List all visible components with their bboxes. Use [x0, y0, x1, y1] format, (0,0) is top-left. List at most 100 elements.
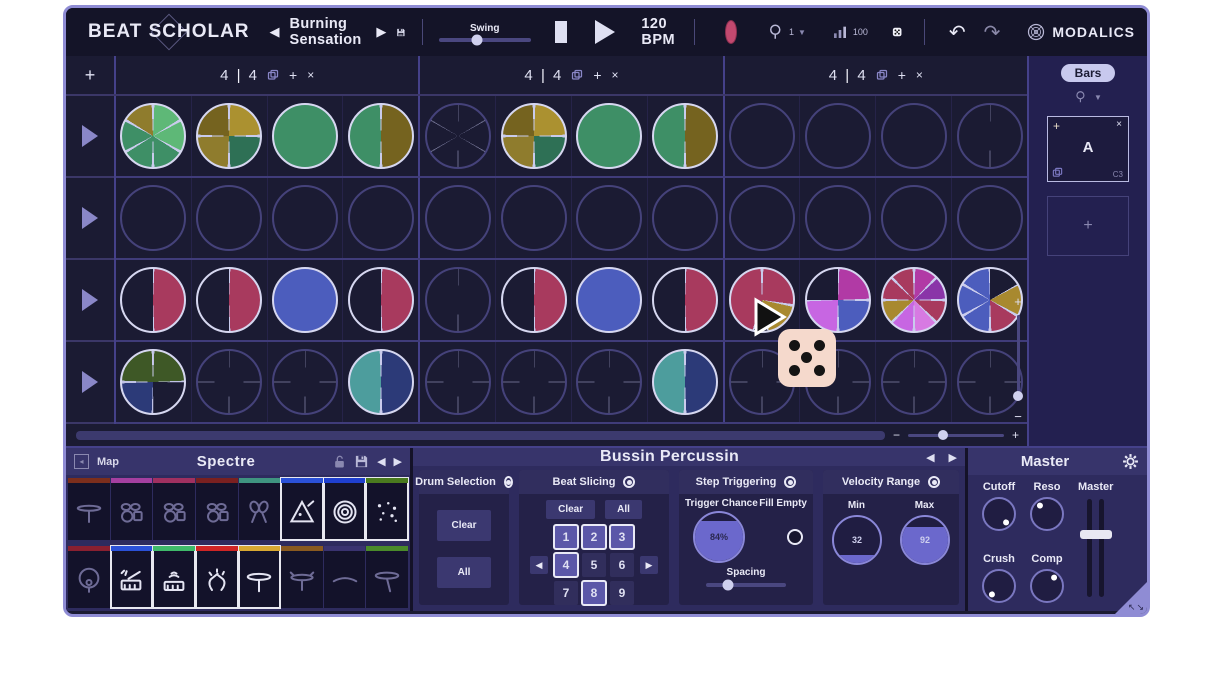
beat-cell[interactable]	[648, 342, 723, 422]
reso-knob[interactable]	[1030, 497, 1064, 531]
beat-cell[interactable]	[192, 178, 268, 258]
preset-name[interactable]: Burning Sensation	[290, 16, 367, 48]
remove-bar-icon[interactable]: ×	[307, 68, 314, 82]
beat-pie-filled[interactable]	[272, 267, 338, 333]
beat-cell[interactable]	[876, 342, 952, 422]
row-play-button-4[interactable]	[66, 342, 114, 424]
crush-knob[interactable]	[982, 569, 1016, 603]
velocity-min-knob[interactable]: 32	[832, 515, 882, 565]
slice-number-9[interactable]: 9	[610, 581, 634, 605]
kit-next-button[interactable]: ▶	[394, 455, 402, 468]
slice-number-7[interactable]: 7	[554, 581, 578, 605]
drum-pad-2-2[interactable]	[111, 546, 153, 608]
beat-cell[interactable]	[572, 96, 648, 176]
bars-dropdown-icon[interactable]: ▼	[1094, 93, 1102, 102]
beat-cell[interactable]	[343, 96, 418, 176]
drum-selection-radio[interactable]	[504, 476, 513, 488]
beat-pie-empty[interactable]	[348, 185, 414, 251]
beat-cell[interactable]	[496, 178, 572, 258]
hzoom-in-button[interactable]: +	[1012, 428, 1019, 442]
beat-pie-empty[interactable]	[425, 349, 491, 415]
hzoom-slider[interactable]	[908, 434, 1004, 437]
beat-cell[interactable]	[343, 178, 418, 258]
beat-cell[interactable]	[268, 96, 344, 176]
beat-cell[interactable]	[725, 178, 801, 258]
vzoom-out-button[interactable]: −	[1014, 409, 1022, 424]
beat-cell[interactable]	[648, 96, 723, 176]
drum-pad-2-7[interactable]	[324, 546, 366, 608]
slice-number-4[interactable]: 4	[554, 553, 578, 577]
beat-pie-filled[interactable]	[348, 267, 414, 333]
drum-pad-1-8[interactable]	[366, 478, 408, 540]
preset-prev-button[interactable]: ◀	[270, 24, 280, 40]
beat-pie-filled[interactable]	[120, 103, 186, 169]
bus-prev-button[interactable]: ◀	[926, 451, 934, 464]
slot-copy-icon[interactable]	[1052, 167, 1063, 178]
quantize-dropdown-icon[interactable]: ▼	[798, 28, 806, 37]
beat-pie-empty[interactable]	[881, 103, 947, 169]
slice-number-6[interactable]: 6	[610, 553, 634, 577]
beat-pie-empty[interactable]	[425, 185, 491, 251]
slice-number-1[interactable]: 1	[554, 525, 578, 549]
beat-pie-empty[interactable]	[272, 185, 338, 251]
gear-icon[interactable]	[1122, 453, 1139, 470]
beat-pie-filled[interactable]	[652, 103, 718, 169]
drum-pad-2-6[interactable]	[281, 546, 323, 608]
vzoom-add-button[interactable]: +	[1014, 294, 1022, 309]
beat-pie-filled[interactable]	[881, 267, 947, 333]
kit-save-icon[interactable]	[354, 454, 369, 469]
preset-next-button[interactable]: ▶	[376, 24, 386, 40]
beat-cell[interactable]	[572, 178, 648, 258]
time-signature[interactable]: 4 | 4	[220, 67, 257, 84]
slice-number-5[interactable]: 5	[582, 553, 606, 577]
beat-pie-empty[interactable]	[425, 267, 491, 333]
beat-cell[interactable]	[800, 260, 876, 340]
drum-pad-2-8[interactable]	[366, 546, 408, 608]
beat-pie-filled[interactable]	[501, 267, 567, 333]
collapse-icon[interactable]: ◂	[74, 454, 89, 469]
play-button[interactable]	[595, 20, 615, 44]
velocity-range-radio[interactable]	[928, 476, 940, 488]
drum-pad-1-2[interactable]	[111, 478, 153, 540]
beat-cell[interactable]	[116, 342, 192, 422]
row-play-button-3[interactable]	[66, 260, 114, 342]
comp-knob[interactable]	[1030, 569, 1064, 603]
row-play-button-1[interactable]	[66, 96, 114, 178]
vzoom-slider[interactable]	[1017, 315, 1020, 401]
drum-pad-2-3[interactable]	[153, 546, 195, 608]
beat-cell[interactable]	[420, 342, 496, 422]
beat-pie-filled[interactable]	[348, 103, 414, 169]
spacing-slider-thumb[interactable]	[723, 580, 734, 591]
drum-pad-1-4[interactable]	[196, 478, 238, 540]
drum-pad-1-1[interactable]	[68, 478, 110, 540]
beat-cell[interactable]	[192, 260, 268, 340]
beat-pie-empty[interactable]	[729, 103, 795, 169]
time-signature[interactable]: 4 | 4	[829, 67, 866, 84]
save-icon[interactable]	[396, 24, 406, 41]
beat-pie-filled[interactable]	[196, 267, 262, 333]
beat-pie-filled[interactable]	[348, 349, 414, 415]
beat-pie-empty[interactable]	[652, 185, 718, 251]
add-bar-icon[interactable]: +	[898, 67, 906, 83]
beat-cell[interactable]	[496, 260, 572, 340]
beat-cell[interactable]	[268, 178, 344, 258]
beat-pie-empty[interactable]	[425, 103, 491, 169]
beat-cell[interactable]	[800, 96, 876, 176]
beat-cell[interactable]	[952, 178, 1027, 258]
beat-cell[interactable]	[648, 260, 723, 340]
lock-open-icon[interactable]	[333, 454, 346, 469]
quantize-value[interactable]: 1	[789, 27, 794, 37]
bars-panel-title[interactable]: Bars	[1061, 64, 1116, 82]
swing-slider[interactable]	[439, 38, 531, 42]
beat-pie-empty[interactable]	[272, 349, 338, 415]
beat-cell[interactable]	[116, 260, 192, 340]
duplicate-bar-icon[interactable]	[876, 69, 888, 81]
drum-selection-all-button[interactable]: All	[437, 557, 491, 588]
bar-slot-a[interactable]: + × A C3	[1047, 116, 1129, 182]
beat-pie-filled[interactable]	[805, 267, 871, 333]
slot-add-icon[interactable]: +	[1053, 119, 1060, 133]
beat-pie-empty[interactable]	[196, 185, 262, 251]
remove-bar-icon[interactable]: ×	[916, 68, 923, 82]
drum-pad-1-5[interactable]	[239, 478, 281, 540]
drum-pad-2-1[interactable]	[68, 546, 110, 608]
